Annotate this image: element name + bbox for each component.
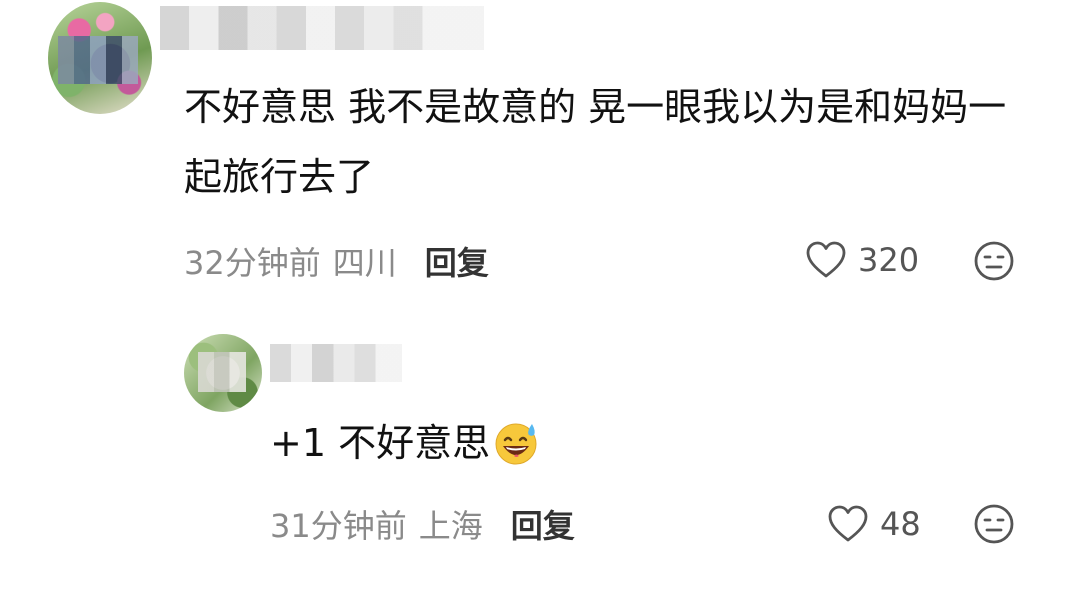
comment-text: 不好意思 我不是故意的 晃一眼我以为是和妈妈一起旅行去了 xyxy=(184,85,1007,199)
comment-location: 四川 xyxy=(332,244,397,282)
heart-outline-icon xyxy=(828,505,868,542)
username-blurred[interactable]: 用户 xyxy=(270,344,402,382)
like-count: 320 xyxy=(858,241,920,279)
dislike-face-icon[interactable] xyxy=(972,502,1016,546)
comment-text: +1 不好意思 xyxy=(270,421,491,465)
reply-button[interactable]: 回复 xyxy=(425,238,489,284)
avatar[interactable] xyxy=(48,2,152,114)
comment-location: 上海 xyxy=(418,507,483,545)
dislike-face-icon[interactable] xyxy=(972,239,1016,283)
like-button[interactable]: 48 xyxy=(826,502,921,546)
username-blurred[interactable]: 黑白 xyxy=(160,6,484,50)
sweat-smile-emoji xyxy=(495,423,537,465)
heart-outline-icon xyxy=(806,241,846,278)
avatar[interactable] xyxy=(184,334,262,412)
avatar-mosaic xyxy=(198,352,246,392)
like-count: 48 xyxy=(880,505,921,543)
reply-button[interactable]: 回复 xyxy=(511,501,575,547)
comment-meta: 31分钟前 上海 回复 xyxy=(270,502,575,546)
comment-meta: 32分钟前 四川 回复 xyxy=(184,239,489,283)
comment-time: 32分钟前 xyxy=(184,244,321,282)
avatar-mosaic xyxy=(58,36,138,84)
like-button[interactable]: 320 xyxy=(804,238,919,282)
comment-text-row: +1 不好意思 xyxy=(270,408,870,478)
comment-time: 31分钟前 xyxy=(270,507,407,545)
